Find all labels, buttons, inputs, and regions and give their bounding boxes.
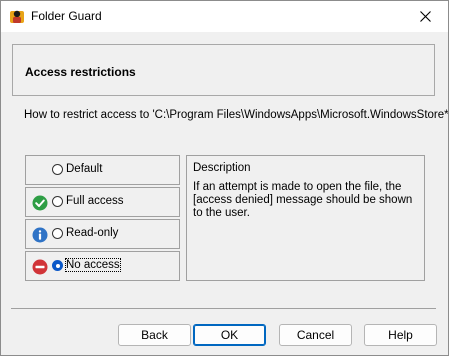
option-read-only[interactable]: Read-only [25, 219, 180, 249]
footer-separator [11, 308, 436, 309]
description-title: Description [193, 162, 251, 174]
option-no-access[interactable]: No access [25, 251, 180, 281]
blue-info-icon [32, 227, 48, 243]
close-button[interactable] [402, 1, 448, 32]
header-panel: Access restrictions [12, 44, 435, 96]
access-options-group: Default Full access Read-only No access [25, 155, 180, 281]
close-icon [419, 11, 431, 22]
green-check-icon [32, 195, 48, 211]
option-default-label: Default [66, 163, 103, 175]
ok-button[interactable]: OK [193, 324, 266, 346]
title-bar[interactable]: Folder Guard [1, 1, 448, 32]
radio-read-only[interactable] [52, 228, 63, 239]
help-button[interactable]: Help [364, 324, 437, 346]
description-text: If an attempt is made to open the file, … [193, 181, 413, 219]
red-no-entry-icon [32, 259, 48, 275]
description-panel: Description If an attempt is made to ope… [186, 155, 425, 281]
folder-guard-app-icon [9, 8, 25, 24]
folder-guard-dialog: Folder Guard Access restrictions How to … [0, 0, 449, 356]
option-full-access-label: Full access [66, 195, 124, 207]
radio-default[interactable] [52, 164, 63, 175]
window-title: Folder Guard [31, 9, 102, 23]
cancel-button[interactable]: Cancel [279, 324, 352, 346]
header-title: Access restrictions [25, 65, 136, 79]
option-full-access[interactable]: Full access [25, 187, 180, 217]
option-read-only-label: Read-only [66, 227, 119, 239]
back-button[interactable]: Back [118, 324, 191, 346]
radio-full-access[interactable] [52, 196, 63, 207]
restriction-prompt: How to restrict access to 'C:\Program Fi… [24, 109, 449, 121]
radio-no-access[interactable] [52, 260, 63, 271]
option-no-access-label: No access [65, 258, 121, 272]
option-default[interactable]: Default [25, 155, 180, 185]
